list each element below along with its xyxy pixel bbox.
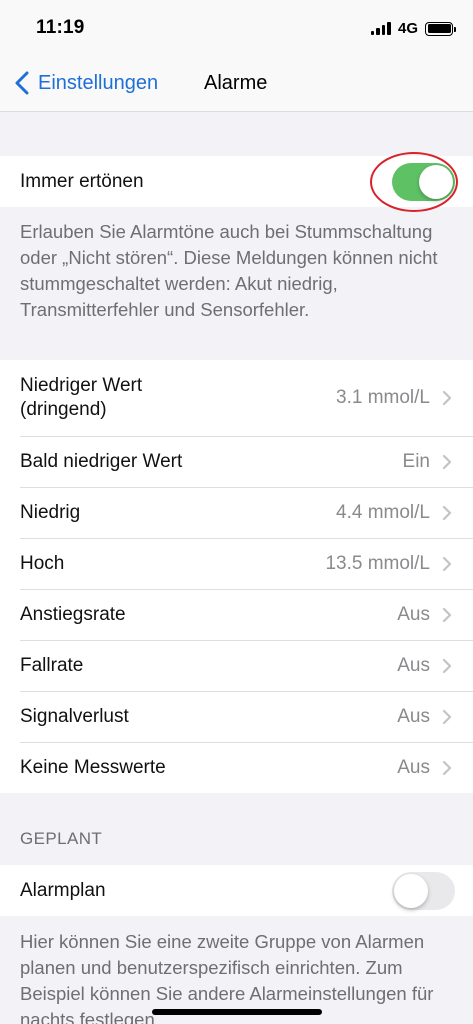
alarm-row-low[interactable]: Niedrig 4.4 mmol/L <box>0 487 473 538</box>
page-title: Alarme <box>204 72 268 94</box>
alarm-label: Fallrate <box>20 654 84 676</box>
status-time: 11:19 <box>36 17 85 38</box>
alarm-label: Hoch <box>20 552 65 574</box>
alarm-schedule-label: Alarmplan <box>20 879 106 901</box>
alarm-row-urgent-low[interactable]: Niedriger Wert (dringend) 3.1 mmol/L <box>0 360 473 436</box>
alarm-row-fall-rate[interactable]: Fallrate Aus <box>0 640 473 691</box>
chevron-right-icon <box>442 607 452 622</box>
alarm-label: Anstiegsrate <box>20 603 126 625</box>
back-button[interactable]: Einstellungen <box>8 68 158 98</box>
alarm-row-signal-loss[interactable]: Signalverlust Aus <box>0 691 473 742</box>
always-sound-toggle[interactable] <box>392 162 455 201</box>
alarm-row-high[interactable]: Hoch 13.5 mmol/L <box>0 538 473 589</box>
chevron-right-icon <box>442 760 452 775</box>
navigation-bar: Einstellungen Alarme <box>0 58 473 112</box>
chevron-left-icon <box>15 71 29 95</box>
signal-icon <box>370 22 391 35</box>
alarm-label: Keine Messwerte <box>20 756 166 778</box>
alarm-value: Ein <box>402 450 430 472</box>
battery-icon <box>425 21 456 36</box>
alarm-list: Niedriger Wert (dringend) 3.1 mmol/L Bal… <box>0 360 473 793</box>
alarm-label: Niedriger Wert (dringend) <box>20 375 143 420</box>
always-sound-description: Erlauben Sie Alarmtöne auch bei Stummsch… <box>20 221 438 320</box>
alarm-row-no-readings[interactable]: Keine Messwerte Aus <box>0 742 473 793</box>
always-sound-section: Immer ertönen <box>0 151 473 212</box>
chevron-right-icon <box>442 556 452 571</box>
alarm-row-urgent-low-soon[interactable]: Bald niedriger Wert Ein <box>0 436 473 487</box>
status-bar: 11:19 4G <box>0 0 473 58</box>
chevron-right-icon <box>442 454 452 469</box>
always-sound-label: Immer ertönen <box>20 170 144 192</box>
chevron-right-icon <box>442 390 452 406</box>
home-indicator <box>152 1009 322 1015</box>
alarm-value: Aus <box>397 705 430 727</box>
alarm-schedule-row: Alarmplan <box>0 865 473 916</box>
scheduled-section: Alarmplan <box>0 865 473 916</box>
chevron-right-icon <box>442 505 452 520</box>
back-label: Einstellungen <box>38 71 159 94</box>
alarm-value: Aus <box>397 603 430 625</box>
alarm-value: 13.5 mmol/L <box>325 552 430 574</box>
alarm-row-rise-rate[interactable]: Anstiegsrate Aus <box>0 589 473 640</box>
alarm-value: Aus <box>397 756 430 778</box>
alarm-schedule-toggle[interactable] <box>392 871 455 910</box>
chevron-right-icon <box>442 709 452 724</box>
alarm-label: Signalverlust <box>20 705 129 727</box>
status-icons: 4G <box>370 20 456 37</box>
chevron-right-icon <box>442 658 452 673</box>
network-label: 4G <box>397 20 418 37</box>
alarm-label: Bald niedriger Wert <box>20 450 183 472</box>
alarm-value: Aus <box>397 654 430 676</box>
always-sound-row: Immer ertönen <box>0 151 473 212</box>
alarm-label: Niedrig <box>20 501 81 523</box>
section-header-scheduled: GEPLANT <box>20 829 103 848</box>
alarm-value: 3.1 mmol/L <box>336 387 430 408</box>
alarm-value: 4.4 mmol/L <box>336 501 430 523</box>
